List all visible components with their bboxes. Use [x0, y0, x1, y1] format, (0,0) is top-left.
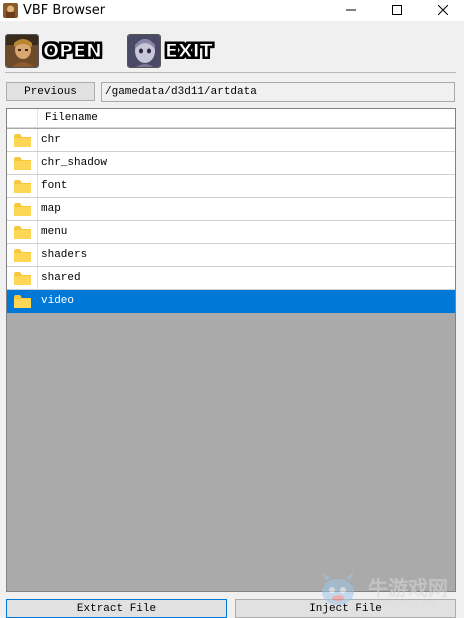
- previous-button[interactable]: Previous: [6, 82, 95, 101]
- folder-icon: [14, 226, 31, 244]
- list-item[interactable]: shaders: [7, 244, 455, 267]
- item-name: map: [41, 203, 61, 215]
- folder-icon: [14, 295, 31, 313]
- folder-icon: [14, 249, 31, 267]
- item-name: shaders: [41, 249, 88, 261]
- list-item[interactable]: menu: [7, 221, 455, 244]
- filename-column-header[interactable]: Filename: [45, 112, 98, 124]
- maximize-icon: [392, 2, 402, 20]
- file-list[interactable]: Filename chr chr_shadow font map menu sh…: [6, 108, 456, 592]
- extract-file-button[interactable]: Extract File: [6, 599, 227, 618]
- icon-column-header[interactable]: [7, 109, 38, 128]
- inject-file-button[interactable]: Inject File: [235, 599, 456, 618]
- minimize-icon: [346, 2, 356, 20]
- list-item[interactable]: font: [7, 175, 455, 198]
- item-name: chr: [41, 134, 61, 146]
- exit-button[interactable]: EXIT: [127, 33, 213, 69]
- list-item[interactable]: chr: [7, 129, 455, 152]
- open-label: OPEN: [43, 40, 103, 63]
- folder-icon: [14, 134, 31, 152]
- exit-label: EXIT: [165, 40, 214, 63]
- item-name: font: [41, 180, 68, 192]
- toolbar-separator: [5, 72, 456, 73]
- folder-icon: [14, 272, 31, 290]
- folder-icon: [14, 180, 31, 198]
- close-icon: [437, 2, 449, 20]
- list-item[interactable]: shared: [7, 267, 455, 290]
- item-name: shared: [41, 272, 81, 284]
- list-item-selected[interactable]: video: [7, 290, 455, 313]
- minimize-button[interactable]: [328, 0, 374, 21]
- maximize-button[interactable]: [374, 0, 420, 21]
- item-name: menu: [41, 226, 68, 238]
- path-field[interactable]: /gamedata/d3d11/artdata: [101, 82, 455, 102]
- close-button[interactable]: [420, 0, 464, 21]
- folder-icon: [14, 203, 31, 221]
- folder-icon: [14, 157, 31, 175]
- item-name: chr_shadow: [41, 157, 108, 169]
- open-button[interactable]: OPEN: [5, 33, 102, 69]
- app-portrait-icon: [3, 3, 18, 18]
- title-bar: VBF Browser: [0, 0, 464, 21]
- list-header: Filename: [7, 109, 455, 128]
- window-title: VBF Browser: [23, 3, 106, 18]
- ghost-portrait-icon: [127, 34, 161, 68]
- character-portrait-icon: [5, 34, 39, 68]
- list-item[interactable]: map: [7, 198, 455, 221]
- item-name: video: [41, 295, 75, 307]
- list-item[interactable]: chr_shadow: [7, 152, 455, 175]
